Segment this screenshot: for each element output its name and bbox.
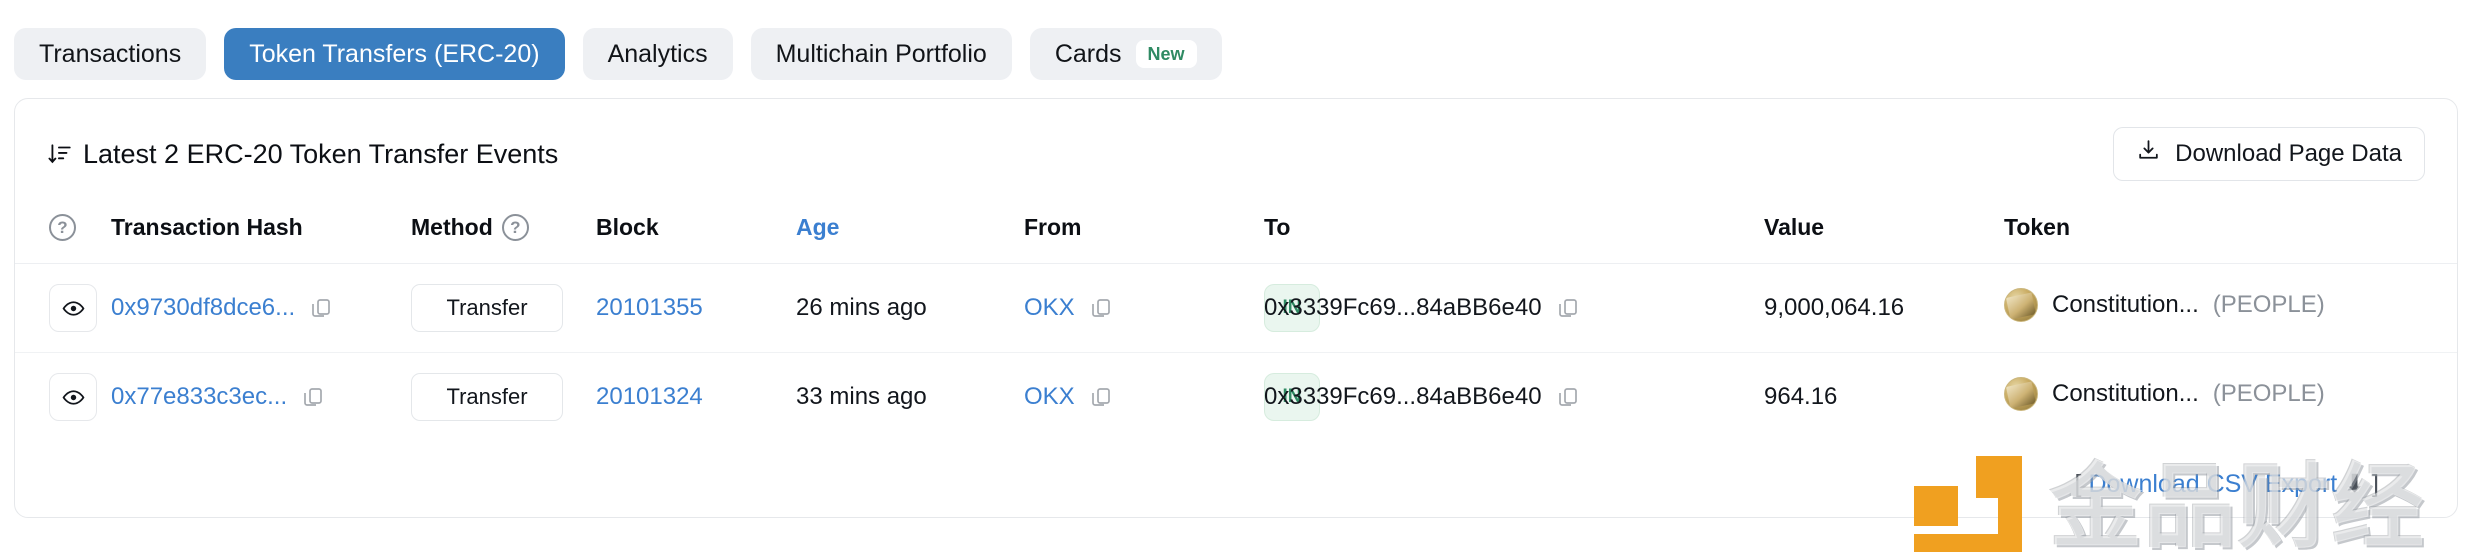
token-transfers-table: ? Transaction Hash Method ? Block Age Fr…	[15, 203, 2457, 441]
token-cell: Constitution... (PEOPLE)	[2004, 263, 2457, 354]
sort-descending-icon	[47, 141, 73, 167]
card-header: Latest 2 ERC-20 Token Transfer Events Do…	[15, 99, 2457, 203]
new-badge: New	[1135, 40, 1197, 68]
from-address-link[interactable]: OKX	[1024, 294, 1075, 322]
token-avatar	[2004, 287, 2038, 322]
from-address-link[interactable]: OKX	[1024, 383, 1075, 411]
header-label: Token	[2004, 213, 2071, 240]
row-preview-cell	[15, 353, 111, 442]
tab-label: Token Transfers (ERC-20)	[249, 39, 540, 68]
from-cell: OKX	[1024, 353, 1264, 442]
tab-label: Analytics	[607, 39, 708, 68]
header-age[interactable]: Age	[796, 203, 1024, 265]
method-badge: Transfer	[411, 284, 563, 333]
copy-icon[interactable]	[1556, 385, 1580, 409]
tab-label: Transactions	[39, 39, 182, 68]
tab-label: Cards	[1054, 39, 1122, 68]
header-label: Age	[796, 213, 840, 240]
table-row: 0x77e833c3ec... Transfer 20101324 33 min…	[15, 353, 2457, 442]
method-cell: Transfer	[411, 263, 596, 354]
tab-token-transfers[interactable]: Token Transfers (ERC-20)	[224, 28, 565, 80]
method-badge: Transfer	[411, 373, 563, 422]
download-arrow-icon: ⬇	[2337, 470, 2366, 498]
tab-transactions[interactable]: Transactions	[14, 28, 207, 80]
header-label: Value	[1764, 213, 1825, 240]
footer-suffix: ]	[2365, 470, 2379, 498]
header-label: Block	[596, 213, 659, 240]
tab-strip: Transactions Token Transfers (ERC-20) An…	[0, 0, 2472, 86]
eye-icon[interactable]	[49, 373, 97, 422]
txn-hash-link[interactable]: 0x9730df8dce6...	[111, 294, 295, 322]
token-transfers-card: Latest 2 ERC-20 Token Transfer Events Do…	[14, 98, 2458, 518]
copy-icon[interactable]	[301, 385, 325, 409]
copy-icon[interactable]	[1089, 385, 1113, 409]
header-token: Token	[2004, 203, 2457, 265]
txn-hash-link[interactable]: 0x77e833c3ec...	[111, 383, 287, 411]
header-block: Block	[596, 203, 796, 265]
table-header-row: ? Transaction Hash Method ? Block Age Fr…	[15, 203, 2457, 265]
token-symbol: (PEOPLE)	[2212, 379, 2325, 407]
age-cell: 33 mins ago	[796, 383, 927, 411]
header-info: ?	[15, 203, 111, 265]
token-cell: Constitution... (PEOPLE)	[2004, 353, 2457, 442]
block-cell: 20101355	[596, 263, 796, 354]
block-link[interactable]: 20101355	[596, 294, 703, 321]
to-address: 0x3339Fc69...84aBB6e40	[1264, 294, 1542, 322]
header-label: To	[1264, 213, 1291, 240]
table-row: 0x9730df8dce6... Transfer 20101355 26 mi…	[15, 263, 2457, 354]
question-mark-icon[interactable]: ?	[501, 213, 529, 241]
header-method: Method ?	[411, 203, 596, 265]
copy-icon[interactable]	[309, 296, 333, 320]
panel-title-group: Latest 2 ERC-20 Token Transfer Events	[47, 139, 558, 170]
header-value: Value	[1764, 203, 2004, 265]
copy-icon[interactable]	[1556, 296, 1580, 320]
block-cell: 20101324	[596, 353, 796, 442]
value-cell: 9,000,064.16	[1764, 263, 2004, 354]
to-address: 0x3339Fc69...84aBB6e40	[1264, 383, 1542, 411]
copy-icon[interactable]	[1089, 296, 1113, 320]
download-button-label: Download Page Data	[2175, 140, 2402, 167]
header-from: From	[1024, 203, 1264, 265]
page-title: Latest 2 ERC-20 Token Transfer Events	[83, 138, 559, 169]
tab-label: Multichain Portfolio	[775, 39, 987, 68]
block-link[interactable]: 20101324	[596, 383, 703, 410]
page-root: Transactions Token Transfers (ERC-20) An…	[0, 0, 2472, 552]
value-cell: 964.16	[1764, 383, 1838, 411]
eye-icon[interactable]	[49, 284, 97, 333]
tab-multichain-portfolio[interactable]: Multichain Portfolio	[750, 28, 1012, 80]
from-cell: OKX	[1024, 263, 1264, 354]
to-cell: 0x3339Fc69...84aBB6e40	[1264, 353, 1764, 442]
header-to: To	[1264, 203, 1764, 265]
footer-prefix: [	[2074, 470, 2089, 498]
token-avatar	[2004, 376, 2038, 411]
table-body: 0x9730df8dce6... Transfer 20101355 26 mi…	[15, 263, 2457, 442]
method-cell: Transfer	[411, 353, 596, 442]
row-preview-cell	[15, 263, 111, 354]
token-symbol: (PEOPLE)	[2212, 290, 2325, 318]
tab-cards[interactable]: Cards New	[1029, 28, 1222, 80]
csv-export-footer: [ Download CSV Export ⬇ ]	[2075, 469, 2379, 499]
header-label: Method	[411, 213, 493, 240]
token-name[interactable]: Constitution...	[2052, 291, 2199, 319]
download-page-data-button[interactable]: Download Page Data	[2113, 127, 2425, 181]
question-mark-icon[interactable]: ?	[49, 214, 76, 242]
age-cell: 26 mins ago	[796, 263, 1024, 354]
download-csv-export-link[interactable]: Download CSV Export	[2088, 470, 2337, 498]
header-label: Transaction Hash	[111, 213, 303, 240]
token-name[interactable]: Constitution...	[2052, 380, 2199, 408]
header-label: From	[1024, 213, 1082, 240]
to-cell: 0x3339Fc69...84aBB6e40	[1264, 263, 1764, 354]
txn-hash-cell: 0x77e833c3ec...	[111, 353, 411, 442]
txn-hash-cell: 0x9730df8dce6...	[111, 263, 411, 354]
tab-analytics[interactable]: Analytics	[582, 28, 733, 80]
download-icon	[2136, 138, 2161, 170]
header-transaction-hash: Transaction Hash	[111, 203, 411, 265]
